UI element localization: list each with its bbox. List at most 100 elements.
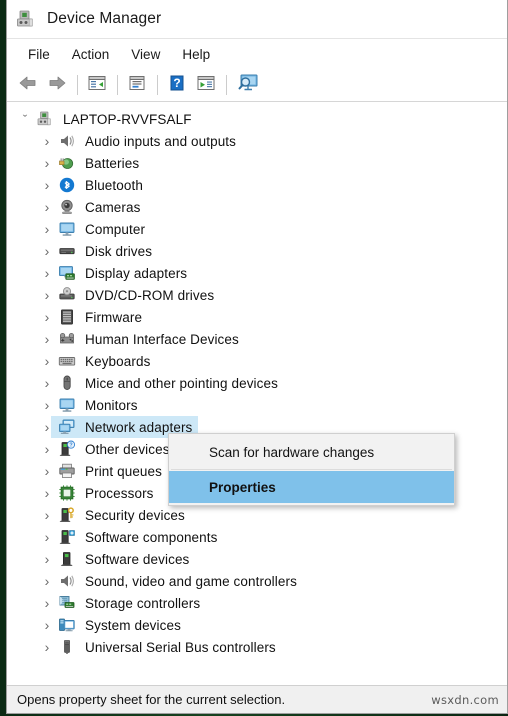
tree-item-content: Sound, video and game controllers (55, 570, 297, 592)
tree-item-security-devices[interactable]: › Security devices (7, 504, 507, 526)
tree-item-computer[interactable]: › Computer (7, 218, 507, 240)
tree-item-software-components[interactable]: › Software components (7, 526, 507, 548)
toolbar-back-button[interactable] (14, 72, 42, 98)
unknown-device-icon: ? (58, 440, 76, 458)
tree-root-row[interactable]: ˇ LAPTOP-RVVFSALF (7, 108, 507, 130)
chevron-right-icon[interactable]: › (39, 199, 55, 215)
tree-item-content: Print queues (55, 460, 162, 482)
computer-root-icon (36, 110, 54, 128)
menu-help[interactable]: Help (171, 44, 221, 65)
chevron-right-icon[interactable]: › (39, 287, 55, 303)
tree-item-cameras[interactable]: › Cameras (7, 196, 507, 218)
tree-item-label: Mice and other pointing devices (85, 375, 278, 391)
screen: Device Manager File Action View Help ? ˇ… (0, 0, 508, 716)
chevron-right-icon[interactable]: › (39, 639, 55, 655)
context-menu-separator (171, 469, 452, 470)
tree-item-label: Display adapters (85, 265, 188, 281)
chevron-right-icon[interactable]: › (39, 331, 55, 347)
tree-item-dvd-cd-rom-drives[interactable]: › DVD/CD-ROM drives (7, 284, 507, 306)
chevron-right-icon[interactable]: › (39, 397, 55, 413)
toolbar-scan-hardware-button[interactable] (232, 72, 264, 98)
tree-item-human-interface-devices[interactable]: › Human Interface Devices (7, 328, 507, 350)
chevron-right-icon[interactable]: › (39, 551, 55, 567)
show-hide-console-tree-icon (87, 74, 107, 97)
tree-item-system-devices[interactable]: › System devices (7, 614, 507, 636)
svg-text:?: ? (69, 443, 72, 449)
menu-view[interactable]: View (120, 44, 171, 65)
tree-item-keyboards[interactable]: › Keyboards (7, 350, 507, 372)
toolbar-separator-1 (77, 75, 78, 95)
tree-item-firmware[interactable]: › Firmware (7, 306, 507, 328)
chevron-right-icon[interactable]: › (39, 309, 55, 325)
tree-item-disk-drives[interactable]: › Disk drives (7, 240, 507, 262)
tree-item-mice-and-other-pointing-devices[interactable]: › Mice and other pointing devices (7, 372, 507, 394)
tree-item-universal-serial-bus-controllers[interactable]: › Universal Serial Bus controllers (7, 636, 507, 658)
tree-item-label: Other devices (85, 441, 170, 457)
tree-item-label: Software components (85, 529, 218, 545)
chevron-right-icon[interactable]: › (39, 507, 55, 523)
tree-item-label: Bluetooth (85, 177, 143, 193)
tree-item-software-devices[interactable]: › Software devices (7, 548, 507, 570)
toolbar-separator-4 (226, 75, 227, 95)
back-arrow-icon (18, 74, 38, 97)
chevron-right-icon[interactable]: › (39, 133, 55, 149)
tree-item-content: Security devices (55, 504, 185, 526)
tree-item-content: Software components (55, 526, 217, 548)
toolbar-properties-button[interactable] (123, 72, 151, 98)
chevron-right-icon[interactable]: › (39, 353, 55, 369)
chevron-right-icon[interactable]: › (39, 155, 55, 171)
tree-item-content: Display adapters (55, 262, 187, 284)
chevron-right-icon[interactable]: › (39, 221, 55, 237)
tree-item-label: Sound, video and game controllers (85, 573, 297, 589)
tree-item-content: ? Other devices (55, 438, 170, 460)
tree-item-content: Human Interface Devices (55, 328, 239, 350)
properties-icon (127, 74, 147, 97)
tree-item-label: Storage controllers (85, 595, 201, 611)
tree-item-label: Audio inputs and outputs (85, 133, 237, 149)
toolbar-help-button[interactable]: ? (163, 72, 191, 98)
tree-item-label: Software devices (85, 551, 190, 567)
toolbar-console-tree-button[interactable] (83, 72, 111, 98)
menu-bar: File Action View Help (7, 39, 507, 69)
tree-item-bluetooth[interactable]: › Bluetooth (7, 174, 507, 196)
toolbar-update-driver-button[interactable] (192, 72, 220, 98)
menu-action[interactable]: Action (61, 44, 121, 65)
tree-root-label: LAPTOP-RVVFSALF (63, 111, 192, 127)
tree-item-storage-controllers[interactable]: › Storage controllers (7, 592, 507, 614)
chevron-right-icon[interactable]: › (39, 573, 55, 589)
chevron-down-icon[interactable]: ˇ (17, 111, 33, 127)
chevron-right-icon[interactable]: › (39, 243, 55, 259)
svg-text:?: ? (173, 76, 180, 90)
monitor-icon (58, 396, 76, 414)
tree-item-content: Bluetooth (55, 174, 143, 196)
toolbar-forward-button[interactable] (43, 72, 71, 98)
update-driver-icon (196, 74, 216, 97)
chevron-right-icon[interactable]: › (39, 595, 55, 611)
tree-item-sound-video-and-game-controllers[interactable]: › Sound, video and game controllers (7, 570, 507, 592)
device-tree[interactable]: ˇ LAPTOP-RVVFSALF › Audio inputs and outp… (7, 102, 507, 685)
software-component-icon (58, 528, 76, 546)
ctx-scan-hardware-changes[interactable]: Scan for hardware changes (169, 436, 454, 468)
context-menu[interactable]: Scan for hardware changes Properties (168, 433, 455, 506)
chevron-right-icon[interactable]: › (39, 375, 55, 391)
chevron-right-icon[interactable]: › (39, 617, 55, 633)
tree-item-content: DVD/CD-ROM drives (55, 284, 214, 306)
menu-file[interactable]: File (17, 44, 61, 65)
tree-item-batteries[interactable]: › Batteries (7, 152, 507, 174)
tree-item-label: Security devices (85, 507, 185, 523)
tree-item-content: Batteries (55, 152, 139, 174)
chevron-right-icon[interactable]: › (39, 177, 55, 193)
window-title: Device Manager (47, 10, 162, 27)
tree-item-label: Computer (85, 221, 146, 237)
forward-arrow-icon (47, 74, 67, 97)
device-manager-window: Device Manager File Action View Help ? ˇ… (6, 0, 508, 714)
chevron-right-icon[interactable]: › (39, 463, 55, 479)
chevron-right-icon[interactable]: › (39, 441, 55, 457)
tree-item-audio-inputs-and-outputs[interactable]: › Audio inputs and outputs (7, 130, 507, 152)
tree-item-display-adapters[interactable]: › Display adapters (7, 262, 507, 284)
chevron-right-icon[interactable]: › (39, 265, 55, 281)
chevron-right-icon[interactable]: › (39, 529, 55, 545)
ctx-properties[interactable]: Properties (169, 471, 454, 503)
tree-item-monitors[interactable]: › Monitors (7, 394, 507, 416)
chevron-right-icon[interactable]: › (39, 485, 55, 501)
